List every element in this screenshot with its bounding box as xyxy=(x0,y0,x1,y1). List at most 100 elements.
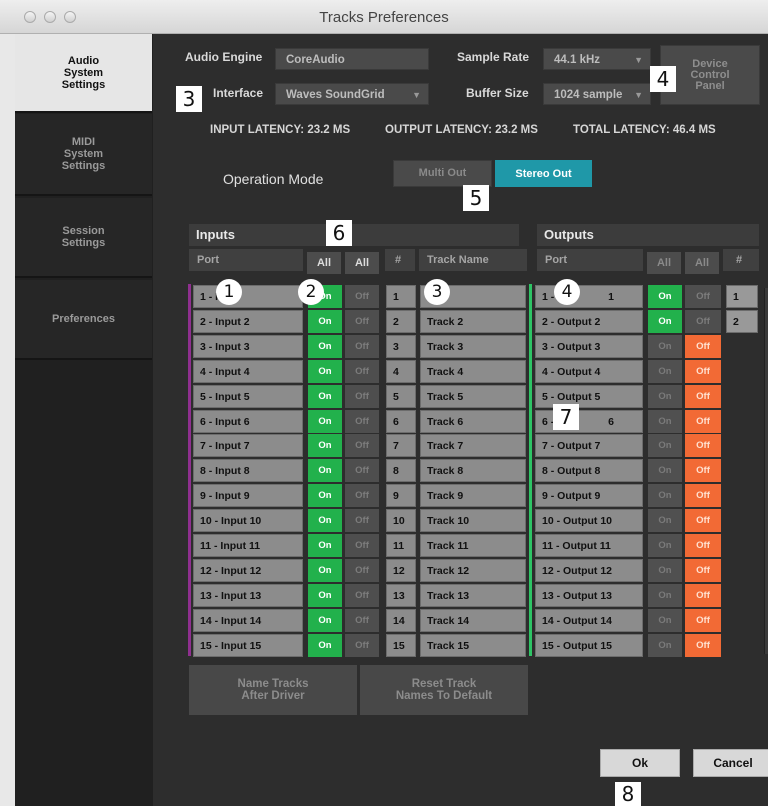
sidebar-tab-session-settings[interactable]: Session Settings xyxy=(15,198,152,278)
input-track-name-field[interactable]: Track 13 xyxy=(420,583,526,607)
input-track-name-field[interactable]: Track 10 xyxy=(420,509,526,533)
name-tracks-after-driver-button[interactable]: Name Tracks After Driver xyxy=(189,665,357,715)
output-off-toggle[interactable]: Off xyxy=(685,409,721,433)
input-on-toggle[interactable]: On xyxy=(308,608,342,632)
stereo-out-button[interactable]: Stereo Out xyxy=(495,160,592,187)
input-track-name-field[interactable]: Track 14 xyxy=(420,608,526,632)
sidebar-tab-midi-system-settings[interactable]: MIDI System Settings xyxy=(15,114,152,196)
output-off-toggle[interactable]: Off xyxy=(685,583,721,607)
output-on-toggle[interactable]: On xyxy=(648,534,682,557)
input-off-toggle[interactable]: Off xyxy=(345,558,379,582)
input-track-name-field[interactable]: Track 15 xyxy=(420,633,526,657)
input-off-toggle[interactable]: Off xyxy=(345,434,379,458)
output-off-toggle[interactable]: Off xyxy=(685,484,721,508)
output-on-toggle[interactable]: On xyxy=(648,309,682,333)
input-track-name-field[interactable]: Track 2 xyxy=(420,309,526,333)
output-on-toggle[interactable]: On xyxy=(648,509,682,533)
inputs-all-on-button[interactable]: All xyxy=(307,252,341,274)
scrollbar[interactable]: ▼ xyxy=(764,288,768,654)
output-on-toggle[interactable]: On xyxy=(648,434,682,458)
input-off-toggle[interactable]: Off xyxy=(345,509,379,533)
sample-rate-dropdown[interactable]: 44.1 kHz ▼ xyxy=(543,48,651,70)
input-on-toggle[interactable]: On xyxy=(308,558,342,582)
cancel-button[interactable]: Cancel xyxy=(693,749,768,777)
annotation-circle-1: 1 xyxy=(216,279,242,305)
sidebar-tab-preferences[interactable]: Preferences xyxy=(15,280,152,360)
output-port-label: 9 - Output 9 xyxy=(542,490,601,503)
input-on-toggle[interactable]: On xyxy=(308,534,342,557)
output-on-toggle[interactable]: On xyxy=(648,558,682,582)
buffer-size-dropdown[interactable]: 1024 sample ▼ xyxy=(543,83,651,105)
input-track-name-field[interactable]: Track 11 xyxy=(420,534,526,557)
output-off-toggle[interactable]: Off xyxy=(685,285,721,308)
interface-dropdown[interactable]: Waves SoundGrid ▼ xyxy=(275,83,429,105)
input-on-toggle[interactable]: On xyxy=(308,583,342,607)
input-track-name-field[interactable]: Track 6 xyxy=(420,409,526,433)
input-off-toggle[interactable]: Off xyxy=(345,359,379,383)
input-track-name-field[interactable]: Track 7 xyxy=(420,434,526,458)
output-off-toggle[interactable]: Off xyxy=(685,633,721,657)
output-on-toggle[interactable]: On xyxy=(648,608,682,632)
input-on-toggle[interactable]: On xyxy=(308,409,342,433)
output-port-cell: 5 - Output 5 xyxy=(535,384,643,408)
output-port-label: 11 - Output 11 xyxy=(542,540,611,552)
output-on-toggle[interactable]: On xyxy=(648,334,682,358)
input-track-number: 13 xyxy=(386,583,416,607)
multi-out-button[interactable]: Multi Out xyxy=(393,160,492,187)
output-port-cell: 8 - Output 8 xyxy=(535,459,643,483)
outputs-all-off-button[interactable]: All xyxy=(685,252,719,274)
input-on-toggle[interactable]: On xyxy=(308,509,342,533)
input-track-name-field[interactable]: Track 5 xyxy=(420,384,526,408)
input-off-toggle[interactable]: Off xyxy=(345,534,379,557)
output-on-toggle[interactable]: On xyxy=(648,285,682,308)
sidebar-tab-audio-system-settings[interactable]: Audio System Settings xyxy=(15,34,152,113)
output-off-toggle[interactable]: Off xyxy=(685,509,721,533)
input-on-toggle[interactable]: On xyxy=(308,633,342,657)
output-off-toggle[interactable]: Off xyxy=(685,459,721,483)
input-off-toggle[interactable]: Off xyxy=(345,409,379,433)
input-track-name-field[interactable]: Track 12 xyxy=(420,558,526,582)
output-off-toggle[interactable]: Off xyxy=(685,558,721,582)
output-port-label-tail: 1 xyxy=(608,291,614,303)
input-off-toggle[interactable]: Off xyxy=(345,583,379,607)
input-on-toggle[interactable]: On xyxy=(308,384,342,408)
input-off-toggle[interactable]: Off xyxy=(345,484,379,508)
input-off-toggle[interactable]: Off xyxy=(345,285,379,308)
output-off-toggle[interactable]: Off xyxy=(685,359,721,383)
input-off-toggle[interactable]: Off xyxy=(345,633,379,657)
inputs-all-off-button[interactable]: All xyxy=(345,252,379,274)
output-on-toggle[interactable]: On xyxy=(648,484,682,508)
input-off-toggle[interactable]: Off xyxy=(345,384,379,408)
input-off-toggle[interactable]: Off xyxy=(345,334,379,358)
output-on-toggle[interactable]: On xyxy=(648,409,682,433)
outputs-all-on-button[interactable]: All xyxy=(647,252,681,274)
output-off-toggle[interactable]: Off xyxy=(685,608,721,632)
output-off-toggle[interactable]: Off xyxy=(685,384,721,408)
input-on-toggle[interactable]: On xyxy=(308,459,342,483)
output-off-toggle[interactable]: Off xyxy=(685,334,721,358)
output-off-toggle[interactable]: Off xyxy=(685,434,721,458)
input-on-toggle[interactable]: On xyxy=(308,484,342,508)
output-on-toggle[interactable]: On xyxy=(648,633,682,657)
output-on-toggle[interactable]: On xyxy=(648,384,682,408)
input-port-cell: 7 - Input 7 xyxy=(193,434,303,458)
input-on-toggle[interactable]: On xyxy=(308,334,342,358)
input-off-toggle[interactable]: Off xyxy=(345,608,379,632)
output-on-toggle[interactable]: On xyxy=(648,583,682,607)
ok-button[interactable]: Ok xyxy=(600,749,680,777)
reset-track-names-button[interactable]: Reset Track Names To Default xyxy=(360,665,528,715)
input-on-toggle[interactable]: On xyxy=(308,359,342,383)
output-on-toggle[interactable]: On xyxy=(648,459,682,483)
input-on-toggle[interactable]: On xyxy=(308,309,342,333)
input-track-name-field[interactable]: Track 9 xyxy=(420,484,526,508)
input-track-name-field[interactable]: Track 4 xyxy=(420,359,526,383)
input-track-name-field[interactable]: Track 3 xyxy=(420,334,526,358)
output-off-toggle[interactable]: Off xyxy=(685,309,721,333)
annotation-circle-2: 2 xyxy=(298,279,324,305)
output-on-toggle[interactable]: On xyxy=(648,359,682,383)
input-track-name-field[interactable]: Track 8 xyxy=(420,459,526,483)
input-off-toggle[interactable]: Off xyxy=(345,459,379,483)
input-on-toggle[interactable]: On xyxy=(308,434,342,458)
output-off-toggle[interactable]: Off xyxy=(685,534,721,557)
input-off-toggle[interactable]: Off xyxy=(345,309,379,333)
